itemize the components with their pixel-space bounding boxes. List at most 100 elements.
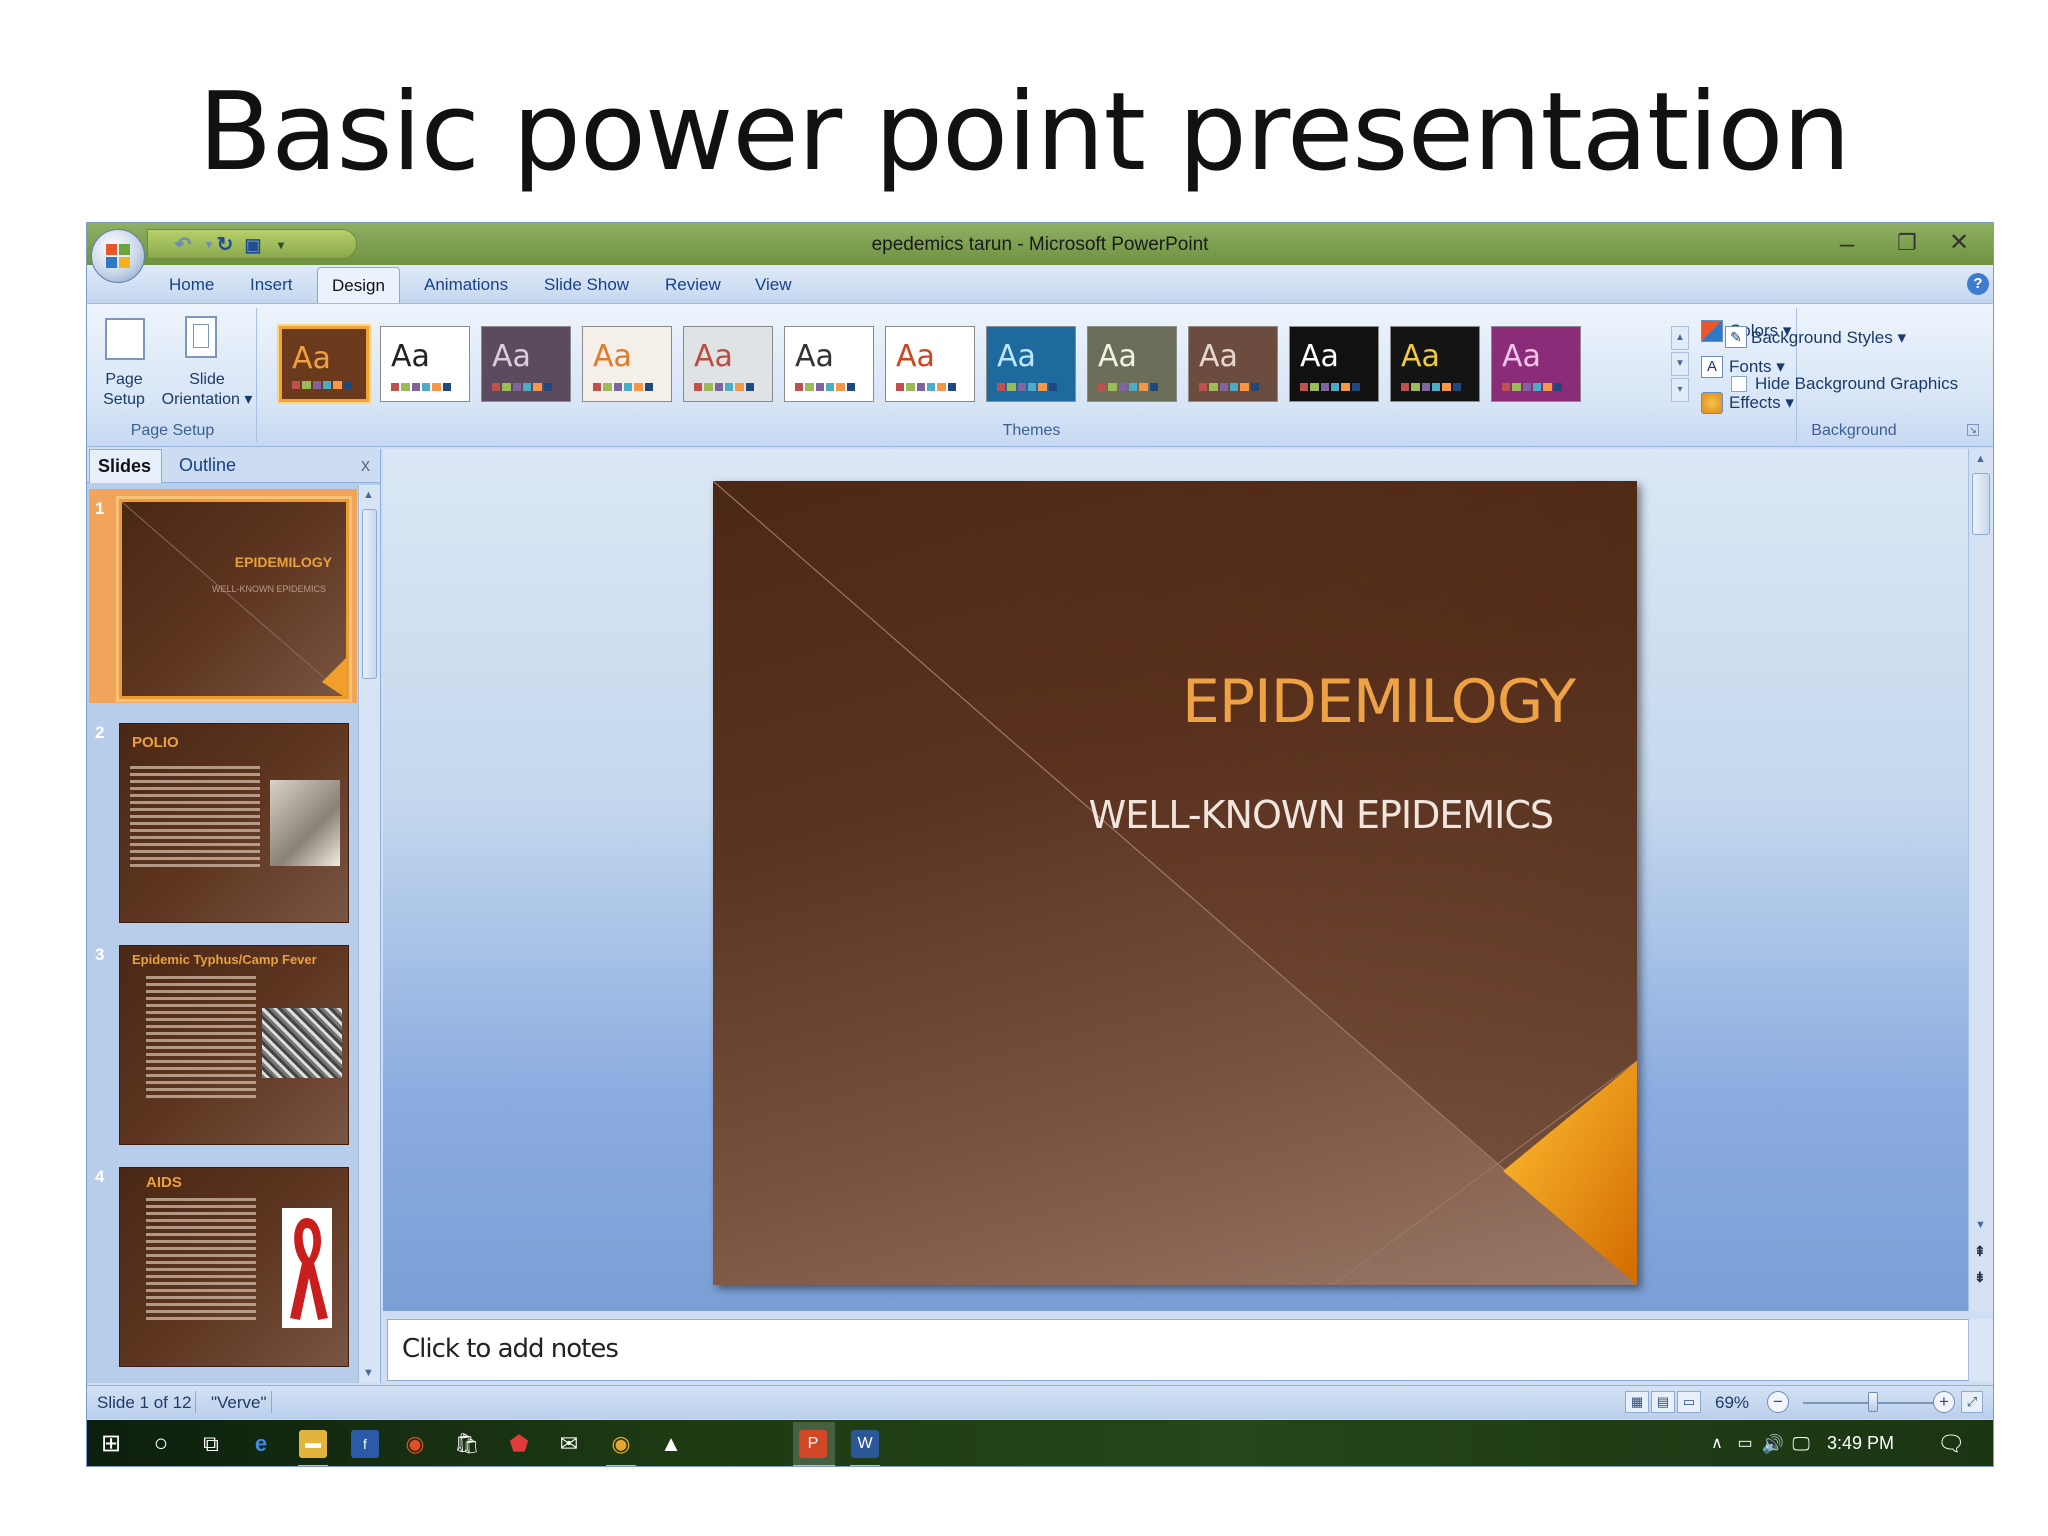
current-slide[interactable]: EPIDEMILOGY WELL-KNOWN EPIDEMICS [713, 481, 1637, 1285]
previous-slide-icon[interactable]: ⇞ [1974, 1243, 1986, 1260]
theme-thumbnail-8[interactable]: Aa [986, 326, 1076, 402]
scroll-up-icon[interactable]: ▲ [363, 489, 374, 501]
slide-thumbnail-3[interactable]: Epidemic Typhus/Camp Fever [119, 945, 349, 1145]
slide-number: 2 [95, 723, 105, 742]
volume-icon[interactable]: 🔊 [1759, 1430, 1787, 1458]
slide-orientation-button[interactable]: Slide Orientation ▾ [157, 370, 257, 410]
scroll-down-icon[interactable]: ▼ [363, 1367, 374, 1379]
slide-show-icon[interactable]: ▭ [1677, 1391, 1701, 1413]
tab-outline[interactable]: Outline [179, 455, 236, 476]
tab-view[interactable]: View [755, 275, 792, 295]
theme-thumbnail-5[interactable]: Aa [683, 326, 773, 402]
tab-slide-show[interactable]: Slide Show [544, 275, 629, 295]
chrome-icon[interactable]: ◉ [401, 1430, 429, 1458]
slide-subtitle[interactable]: WELL-KNOWN EPIDEMICS [1089, 793, 1554, 837]
theme-sample-text: Aa [1098, 339, 1137, 374]
scroll-down-icon[interactable]: ▼ [1975, 1219, 1986, 1231]
notes-scrollbar[interactable] [1968, 1319, 1993, 1381]
close-button[interactable]: ✕ [1939, 227, 1979, 259]
theme-color-swatches [896, 383, 956, 391]
slide-orientation-icon[interactable] [185, 316, 217, 358]
tab-review[interactable]: Review [665, 275, 721, 295]
gallery-more[interactable]: ▾ [1671, 378, 1689, 402]
page-setup-group: Page Setup Slide Orientation ▾ Page Setu… [89, 308, 257, 442]
slide-sorter-icon[interactable]: ▤ [1651, 1391, 1675, 1413]
zoom-level[interactable]: 69% [1715, 1393, 1749, 1413]
editor-scrollbar[interactable]: ▲ ▼ ⇞ ⇟ [1968, 449, 1993, 1311]
clock[interactable]: 3:49 PM [1827, 1433, 1894, 1454]
scroll-thumb[interactable] [1972, 473, 1990, 535]
gallery-scroll-up[interactable]: ▲ [1671, 326, 1689, 350]
mail-icon[interactable]: ✉ [555, 1430, 583, 1458]
notes-pane[interactable]: Click to add notes [387, 1319, 1970, 1381]
zoom-out-icon[interactable]: − [1767, 1391, 1789, 1413]
antivirus-icon[interactable]: ⬟ [505, 1430, 533, 1458]
photos-icon[interactable]: ▲ [657, 1430, 685, 1458]
slide-background-graphics [713, 481, 1637, 1285]
theme-thumbnail-1[interactable]: Aa [279, 326, 369, 402]
ribbon-image [282, 1208, 332, 1328]
theme-color-swatches [492, 383, 552, 391]
theme-thumbnail-12[interactable]: Aa [1390, 326, 1480, 402]
scroll-thumb[interactable] [362, 509, 377, 679]
powerpoint-taskbar-icon[interactable]: P [799, 1430, 827, 1458]
theme-thumbnail-6[interactable]: Aa [784, 326, 874, 402]
normal-view-icon[interactable]: ▦ [1625, 1391, 1649, 1413]
battery-icon[interactable]: ▭ [1731, 1430, 1759, 1458]
store-icon[interactable]: 🛍 [453, 1430, 481, 1458]
theme-thumbnail-7[interactable]: Aa [885, 326, 975, 402]
file-explorer-icon[interactable]: ▬ [299, 1430, 327, 1458]
redo-icon[interactable]: ↻ [214, 234, 236, 256]
tab-slides[interactable]: Slides [89, 449, 163, 483]
task-view-icon[interactable]: ⧉ [197, 1430, 225, 1458]
theme-name: "Verve" [211, 1393, 267, 1412]
theme-thumbnail-11[interactable]: Aa [1289, 326, 1379, 402]
windows-start-icon[interactable]: ⊞ [97, 1430, 125, 1458]
network-icon[interactable]: 🖵 [1787, 1430, 1815, 1458]
theme-thumbnail-13[interactable]: Aa [1491, 326, 1581, 402]
minimize-button[interactable]: – [1827, 227, 1867, 259]
slide-thumbnail-2[interactable]: POLIO [119, 723, 349, 923]
gallery-scroll-down[interactable]: ▼ [1671, 352, 1689, 376]
app-icon[interactable]: f [351, 1430, 379, 1458]
help-icon[interactable]: ? [1967, 273, 1989, 295]
theme-thumbnail-3[interactable]: Aa [481, 326, 571, 402]
thumbnails-scrollbar[interactable]: ▲ ▼ [358, 485, 380, 1383]
hide-background-graphics-checkbox[interactable] [1731, 376, 1747, 392]
next-slide-icon[interactable]: ⇟ [1974, 1269, 1986, 1286]
edge-browser-icon[interactable]: e [247, 1430, 275, 1458]
action-center-icon[interactable]: 🗨 [1937, 1430, 1965, 1458]
tab-insert[interactable]: Insert [250, 275, 293, 295]
powerpoint-window: epedemics tarun - Microsoft PowerPoint –… [86, 222, 1994, 1467]
scroll-up-icon[interactable]: ▲ [1975, 453, 1986, 465]
theme-thumbnail-4[interactable]: Aa [582, 326, 672, 402]
page-setup-icon[interactable] [105, 318, 145, 360]
theme-thumbnail-10[interactable]: Aa [1188, 326, 1278, 402]
tab-design[interactable]: Design [317, 267, 400, 303]
close-pane-icon[interactable]: x [361, 455, 370, 476]
theme-thumbnail-2[interactable]: Aa [380, 326, 470, 402]
customize-qat-icon[interactable]: ▾ [270, 234, 292, 256]
page-setup-button[interactable]: Page Setup [89, 370, 159, 410]
undo-icon[interactable]: ↶ [172, 234, 194, 256]
slide-thumbnail-1[interactable]: EPIDEMILOGY WELL-KNOWN EPIDEMICS [119, 499, 349, 699]
show-hidden-icons[interactable]: ∧ [1703, 1430, 1731, 1458]
background-styles-button[interactable]: Background Styles ▾ [1751, 328, 1906, 348]
status-divider [271, 1391, 272, 1413]
tab-animations[interactable]: Animations [424, 275, 508, 295]
office-button[interactable] [91, 229, 145, 283]
word-taskbar-icon[interactable]: W [851, 1430, 879, 1458]
theme-sample-text: Aa [896, 339, 935, 374]
chrome-icon-2[interactable]: ◉ [607, 1430, 635, 1458]
theme-thumbnail-9[interactable]: Aa [1087, 326, 1177, 402]
zoom-slider-knob[interactable] [1868, 1392, 1878, 1412]
dialog-launcher-icon[interactable]: ↘ [1967, 424, 1979, 436]
slide-title[interactable]: EPIDEMILOGY [1182, 667, 1576, 737]
slide-thumbnail-4[interactable]: AIDS [119, 1167, 349, 1367]
tab-home[interactable]: Home [169, 275, 214, 295]
cortana-search-icon[interactable]: ○ [147, 1430, 175, 1458]
fit-to-window-icon[interactable]: ⤢ [1961, 1391, 1983, 1413]
zoom-in-icon[interactable]: + [1933, 1391, 1955, 1413]
save-icon[interactable]: ▣ [242, 234, 264, 256]
restore-button[interactable]: ❐ [1887, 227, 1927, 259]
